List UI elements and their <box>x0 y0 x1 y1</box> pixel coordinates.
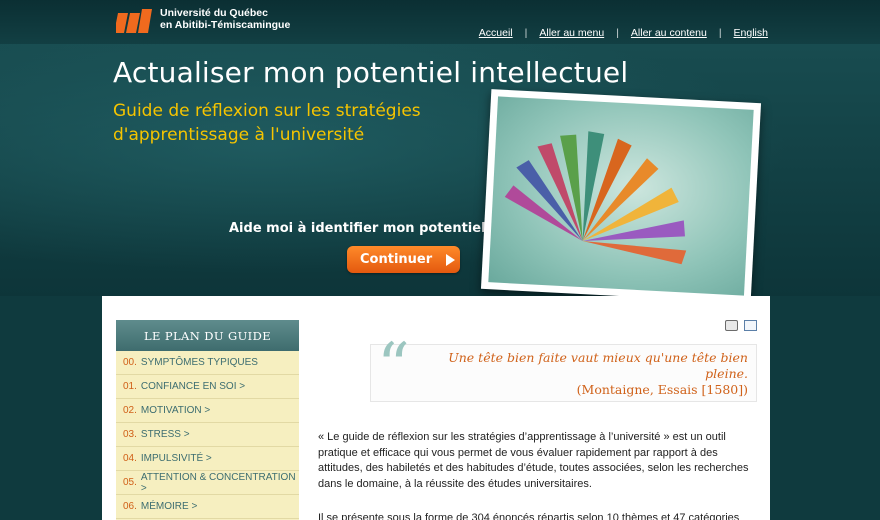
item-label: IMPULSIVITÉ > <box>140 453 212 464</box>
top-navigation: Accueil | Aller au menu | Aller au conte… <box>479 27 768 39</box>
continue-button[interactable]: Continuer <box>347 246 460 273</box>
intro-paragraph: « Le guide de réflexion sur les stratégi… <box>318 431 749 490</box>
quote-source: (Montaigne, Essais [1580]) <box>576 382 748 397</box>
item-number: 00. <box>123 357 137 368</box>
envelope-icon[interactable] <box>744 320 757 331</box>
guide-item-impulsivite[interactable]: 04. IMPULSIVITÉ > <box>116 447 299 471</box>
item-label: CONFIANCE EN SOI > <box>140 381 246 392</box>
guide-item-memoire[interactable]: 06. MÉMOIRE > <box>116 495 299 519</box>
quote-text: Une tête bien faite vaut mieux qu'une tê… <box>448 350 748 381</box>
nav-aller-au-contenu[interactable]: Aller au contenu <box>631 27 707 39</box>
nav-separator: | <box>616 27 619 39</box>
books-illustration <box>480 89 762 303</box>
page-title: Actualiser mon potentiel intellectuel <box>113 56 629 89</box>
item-label: MOTIVATION > <box>140 405 211 416</box>
play-arrow-icon <box>446 253 456 266</box>
uqat-logo[interactable] <box>116 7 152 35</box>
nav-accueil[interactable]: Accueil <box>479 27 513 39</box>
quote-box: “ Une tête bien faite vaut mieux qu'une … <box>370 335 757 402</box>
guide-menu-list: 00. SYMPTÔMES TYPIQUES 01. CONFIANCE EN SO… <box>116 351 299 519</box>
university-name[interactable]: Université du Québec en Abitibi-Témiscam… <box>160 7 290 31</box>
nav-separator: | <box>524 27 528 39</box>
guide-item-symptomes[interactable]: 00. SYMPTÔMES TYPIQUES <box>116 351 299 375</box>
guide-menu-title: LE PLAN DU GUIDE <box>116 320 299 351</box>
item-number: 03. <box>123 429 137 440</box>
quote-mark-icon: “ <box>377 330 410 404</box>
fanned-books-image <box>504 131 687 265</box>
illustration-background <box>488 96 754 296</box>
guide-menu: LE PLAN DU GUIDE 00. SYMPTÔMES TYPIQUES 0… <box>116 320 299 520</box>
cta-label: Aide moi à identifier mon potentiel! <box>229 221 492 236</box>
nav-separator: | <box>718 27 722 39</box>
guide-item-stress[interactable]: 03. STRESS > <box>116 423 299 447</box>
nav-english[interactable]: English <box>734 27 768 39</box>
intro-paragraph-2: Il se présente sous la forme de 304 énon… <box>318 512 740 520</box>
item-number: 01. <box>123 381 137 392</box>
printer-icon[interactable] <box>725 320 738 331</box>
nav-aller-au-menu[interactable]: Aller au menu <box>539 27 604 39</box>
guide-item-attention[interactable]: 05. ATTENTION & CONCENTRATION > <box>116 471 299 495</box>
item-number: 06. <box>123 501 137 512</box>
item-number: 02. <box>123 405 137 416</box>
item-number: 04. <box>123 453 137 464</box>
logo-line-2: en Abitibi-Témiscamingue <box>160 19 291 31</box>
item-label: SYMPTÔMES TYPIQUES <box>140 357 258 368</box>
item-number: 05. <box>123 477 137 488</box>
top-header: Université du Québec en Abitibi-Témiscam… <box>0 0 880 44</box>
guide-item-confiance[interactable]: 01. CONFIANCE EN SOI > <box>116 375 299 399</box>
item-label: MÉMOIRE > <box>140 501 198 512</box>
item-label: ATTENTION & CONCENTRATION > <box>140 471 296 494</box>
page-subtitle: Guide de réflexion sur les stratégies d'… <box>113 101 421 145</box>
page-tools <box>725 320 757 331</box>
logo-line-1: Université du Québec <box>160 7 268 19</box>
guide-item-motivation[interactable]: 02. MOTIVATION > <box>116 399 299 423</box>
continue-button-label: Continuer <box>360 252 433 267</box>
item-label: STRESS > <box>140 429 190 440</box>
